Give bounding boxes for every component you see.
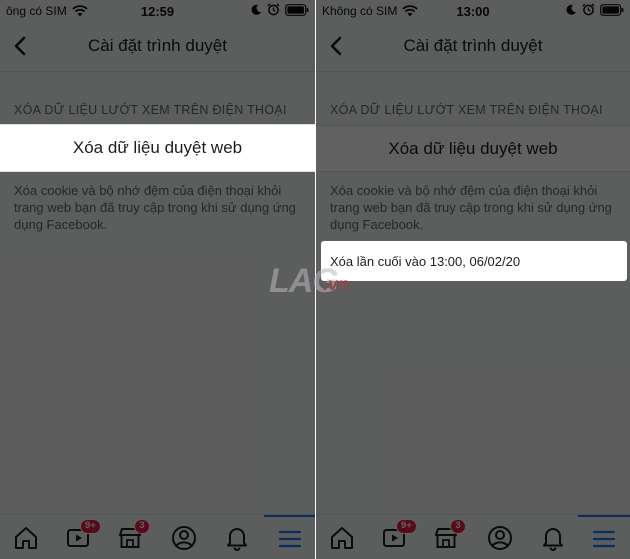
back-chevron-icon[interactable] bbox=[10, 34, 32, 58]
tab-home[interactable] bbox=[0, 515, 52, 559]
tab-home[interactable] bbox=[316, 515, 368, 559]
tab-notifications[interactable] bbox=[211, 515, 263, 559]
status-right-icons bbox=[565, 3, 624, 16]
profile-icon bbox=[488, 525, 512, 550]
status-bar: Không có SIM 13:00 bbox=[316, 0, 630, 22]
description-text: Xóa cookie và bộ nhớ đệm của điện thoại … bbox=[330, 183, 612, 232]
tab-marketplace[interactable]: 3 bbox=[104, 515, 156, 559]
tab-notifications[interactable] bbox=[527, 515, 579, 559]
nav-bar: Cài đặt trình duyệt bbox=[0, 22, 315, 72]
battery-icon bbox=[285, 3, 309, 16]
clear-browsing-data-button[interactable]: Xóa dữ liệu duyệt web bbox=[0, 124, 315, 172]
home-icon bbox=[15, 526, 37, 549]
status-bar: ông có SIM 12:59 bbox=[0, 0, 315, 22]
bottom-tab-bar: 9+ 3 bbox=[0, 514, 315, 559]
tab-profile[interactable] bbox=[474, 515, 526, 559]
back-chevron-icon[interactable] bbox=[326, 34, 348, 58]
tab-menu[interactable] bbox=[264, 515, 315, 559]
dim-overlay bbox=[0, 0, 315, 559]
watch-badge: 9+ bbox=[396, 519, 417, 534]
tab-profile[interactable] bbox=[158, 515, 210, 559]
alarm-icon bbox=[582, 3, 595, 16]
menu-icon bbox=[278, 530, 302, 547]
profile-icon bbox=[172, 525, 196, 550]
section-header: XÓA DỮ LIỆU LƯỚT XEM TRÊN ĐIỆN THOẠI bbox=[330, 103, 603, 117]
tab-marketplace[interactable]: 3 bbox=[420, 515, 472, 559]
marketplace-badge: 3 bbox=[450, 519, 466, 534]
right-screen: Không có SIM 13:00 Cài đặt trình duyệt X… bbox=[316, 0, 630, 559]
status-right-icons bbox=[250, 3, 309, 16]
page-title: Cài đặt trình duyệt bbox=[403, 36, 543, 55]
tab-menu[interactable] bbox=[578, 515, 630, 559]
clear-browsing-data-button[interactable]: Xóa dữ liệu duyệt web bbox=[316, 125, 630, 172]
tab-watch[interactable]: 9+ bbox=[368, 515, 420, 559]
watch-badge: 9+ bbox=[80, 519, 101, 534]
left-screen: ông có SIM 12:59 Cài đặt trình duyệt XÓA… bbox=[0, 0, 315, 559]
last-cleared-toast: Xóa lần cuối vào 13:00, 06/02/20 bbox=[321, 241, 627, 281]
nav-bar: Cài đặt trình duyệt bbox=[316, 22, 630, 72]
alarm-icon bbox=[267, 3, 280, 16]
description-text: Xóa cookie và bộ nhớ đệm của điện thoại … bbox=[14, 183, 296, 232]
bell-icon bbox=[543, 527, 563, 551]
moon-icon bbox=[566, 4, 576, 15]
menu-icon bbox=[592, 530, 616, 547]
marketplace-badge: 3 bbox=[134, 519, 150, 534]
bell-icon bbox=[227, 527, 247, 551]
bottom-tab-bar: 9+ 3 bbox=[316, 514, 630, 559]
tab-watch[interactable]: 9+ bbox=[52, 515, 104, 559]
section-header: XÓA DỮ LIỆU LƯỚT XEM TRÊN ĐIỆN THOẠI bbox=[14, 103, 287, 117]
home-icon bbox=[331, 526, 353, 549]
page-title: Cài đặt trình duyệt bbox=[88, 36, 227, 55]
battery-icon bbox=[600, 3, 624, 16]
moon-icon bbox=[251, 4, 261, 15]
